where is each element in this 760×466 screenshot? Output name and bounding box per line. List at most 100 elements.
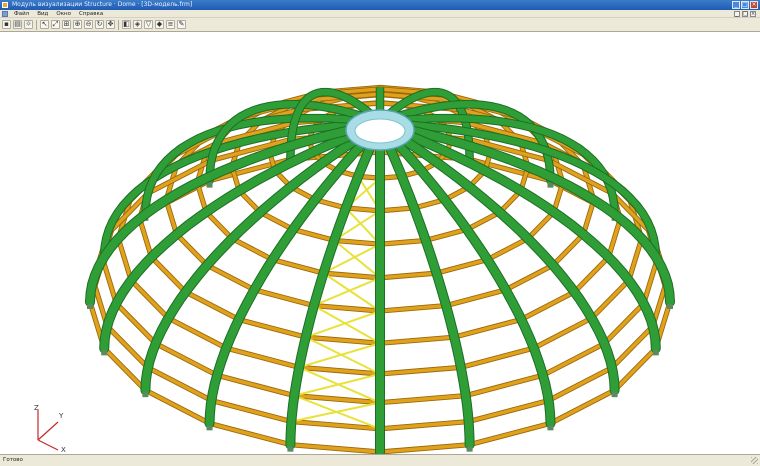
purlin bbox=[153, 341, 219, 377]
rib-support bbox=[206, 425, 213, 431]
purlin bbox=[503, 263, 555, 292]
print-icon[interactable]: ▤ bbox=[13, 20, 22, 29]
y-axis-label: Y bbox=[58, 412, 64, 420]
purlin bbox=[378, 238, 428, 246]
menu-bar: Файл Вид Окно Справка _ □ × bbox=[0, 10, 760, 18]
purlin bbox=[174, 232, 209, 267]
purlin bbox=[137, 216, 154, 259]
toolbar-separator bbox=[36, 19, 37, 30]
purlin bbox=[459, 346, 536, 370]
render-icon[interactable]: ✎ bbox=[177, 20, 186, 29]
rib-support bbox=[547, 425, 554, 431]
purlin bbox=[166, 316, 228, 350]
filter-icon[interactable]: ▽ bbox=[144, 20, 153, 29]
title-bar: Модуль визуализации Structure · Dome · [… bbox=[0, 0, 760, 10]
layers-icon[interactable]: ≡ bbox=[166, 20, 175, 29]
purlin bbox=[205, 263, 257, 292]
y-axis bbox=[37, 421, 59, 441]
x-axis-label: X bbox=[61, 446, 66, 454]
rib-support bbox=[101, 350, 108, 356]
x-axis bbox=[37, 439, 59, 451]
purlin bbox=[467, 421, 553, 447]
menu-file[interactable]: Файл bbox=[10, 10, 33, 18]
app-icon bbox=[2, 2, 8, 8]
minimize-button[interactable]: _ bbox=[732, 1, 740, 9]
purlin bbox=[452, 317, 523, 339]
purlin bbox=[129, 278, 171, 320]
rib-support bbox=[611, 392, 618, 398]
rib-support bbox=[142, 392, 149, 398]
purlin bbox=[541, 341, 607, 377]
purlin bbox=[102, 346, 148, 392]
menu-help[interactable]: Справка bbox=[75, 10, 107, 18]
view-front-icon[interactable]: ◧ bbox=[122, 20, 131, 29]
purlin bbox=[589, 278, 631, 320]
toolbar-separator bbox=[118, 19, 119, 30]
pan-icon[interactable]: ✥ bbox=[106, 20, 115, 29]
rib-support bbox=[87, 304, 93, 309]
doc-close-button[interactable]: × bbox=[750, 11, 756, 17]
purlin bbox=[252, 288, 316, 308]
purlin bbox=[224, 346, 301, 370]
crown-ring-opening bbox=[354, 118, 406, 144]
purlin bbox=[526, 210, 556, 241]
window-controls: _ □ × bbox=[732, 1, 758, 9]
purlin bbox=[466, 398, 551, 424]
axis-triad: Z Y X bbox=[34, 404, 66, 454]
document-icon bbox=[2, 10, 8, 17]
purlin bbox=[444, 288, 508, 308]
toolbar: ▪ ▤ ☼ ↖ ⤢ ⊞ ⊕ ⊖ ↻ ✥ ◧ ◈ ▽ ◆ ≡ ✎ bbox=[0, 18, 760, 32]
document-controls: _ □ × bbox=[734, 11, 756, 17]
purlin bbox=[581, 198, 596, 236]
model-viewport[interactable]: Z Y X bbox=[0, 32, 760, 454]
purlin bbox=[572, 255, 611, 294]
compression-ring bbox=[345, 109, 415, 151]
purlin bbox=[270, 257, 326, 275]
rib-support bbox=[667, 304, 673, 309]
close-button[interactable]: × bbox=[750, 1, 758, 9]
purlin bbox=[237, 317, 308, 339]
purlin bbox=[612, 346, 658, 392]
purlin bbox=[183, 290, 241, 322]
save-icon[interactable]: ▪ bbox=[2, 20, 11, 29]
purlin bbox=[551, 232, 586, 267]
brace bbox=[305, 310, 381, 339]
purlin bbox=[204, 210, 234, 241]
menu-window[interactable]: Окно bbox=[52, 10, 75, 18]
purlin bbox=[258, 210, 295, 232]
purlin bbox=[164, 198, 179, 236]
purlin bbox=[116, 236, 133, 283]
purlin bbox=[465, 210, 502, 232]
rib-support bbox=[206, 182, 213, 188]
select-icon[interactable]: ↖ bbox=[40, 20, 49, 29]
purlin bbox=[485, 236, 530, 262]
view-3d-icon[interactable]: ◈ bbox=[133, 20, 142, 29]
zoom-window-icon[interactable]: ⊞ bbox=[62, 20, 71, 29]
zoom-out-icon[interactable]: ⊖ bbox=[84, 20, 93, 29]
maximize-button[interactable]: □ bbox=[741, 1, 749, 9]
rib-support bbox=[466, 446, 473, 452]
rotate-icon[interactable]: ↻ bbox=[95, 20, 104, 29]
status-text: Готово bbox=[3, 457, 23, 463]
zoom-in-icon[interactable]: ⊕ bbox=[73, 20, 82, 29]
z-axis-label: Z bbox=[34, 404, 39, 412]
purlin bbox=[209, 398, 294, 424]
rib-support bbox=[652, 350, 659, 356]
purlin bbox=[332, 238, 382, 246]
menu-view[interactable]: Вид bbox=[33, 10, 52, 18]
purlin bbox=[434, 257, 490, 275]
purlin bbox=[519, 290, 577, 322]
dome-model[interactable]: Z Y X bbox=[0, 32, 760, 454]
purlin bbox=[207, 421, 293, 447]
color-icon[interactable]: ◆ bbox=[155, 20, 164, 29]
doc-maximize-button[interactable]: □ bbox=[742, 11, 748, 17]
window-title: Модуль визуализации Structure · Dome · [… bbox=[12, 1, 193, 8]
purlin bbox=[424, 227, 469, 243]
resize-grip[interactable] bbox=[751, 457, 758, 464]
zoom-fit-icon[interactable]: ⤢ bbox=[51, 20, 60, 29]
light-icon[interactable]: ☼ bbox=[24, 20, 33, 29]
rib-support bbox=[287, 446, 294, 452]
doc-minimize-button[interactable]: _ bbox=[734, 11, 740, 17]
brace bbox=[298, 342, 381, 369]
rib-support bbox=[547, 182, 554, 188]
